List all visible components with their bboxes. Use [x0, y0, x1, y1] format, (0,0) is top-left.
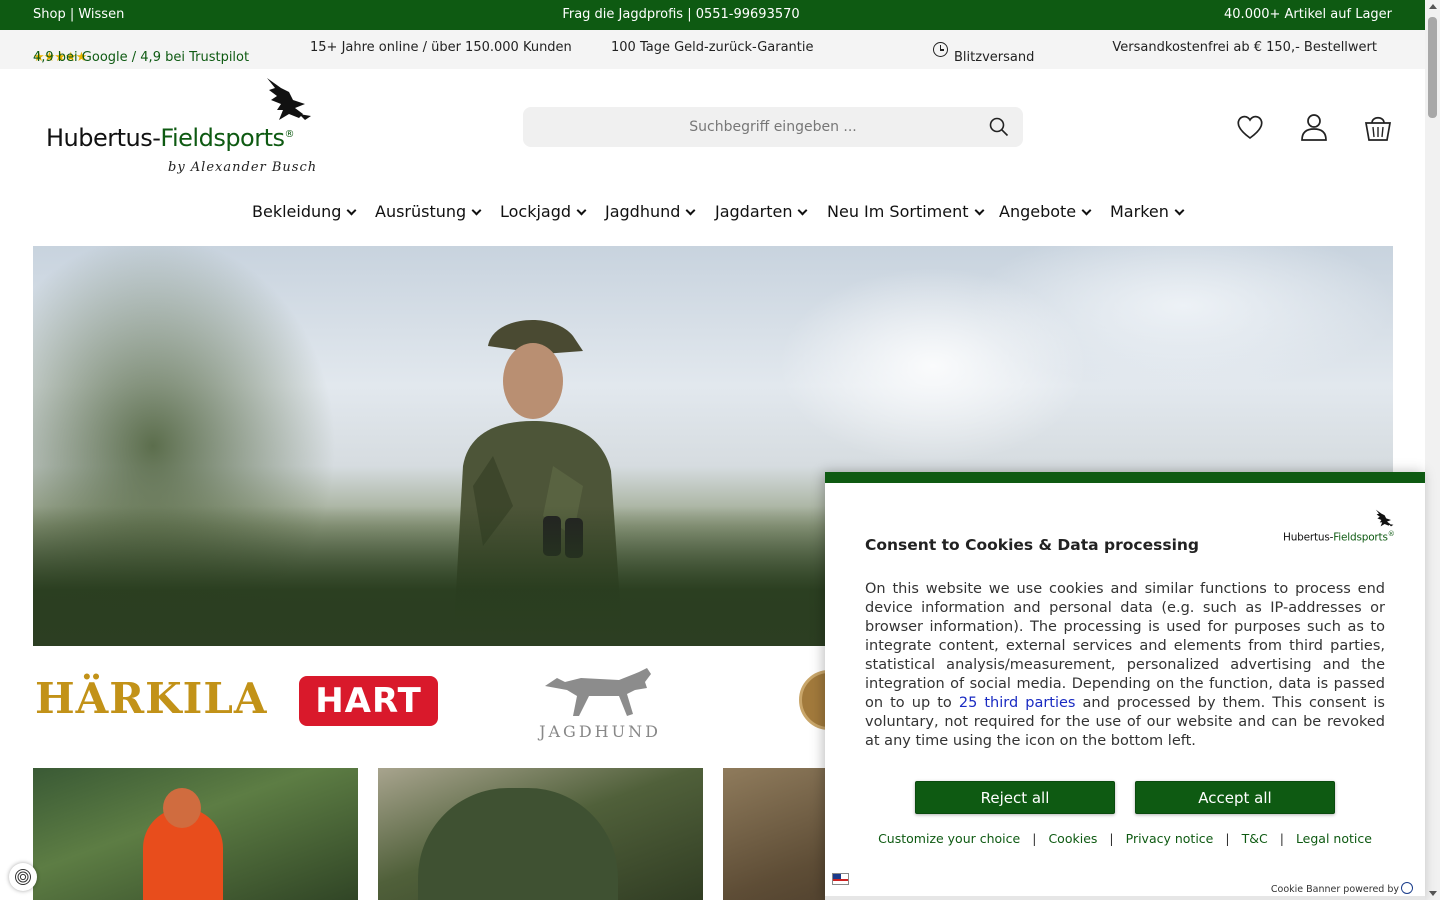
search-icon[interactable]: [989, 117, 1009, 141]
logo-name-a: Hubertus-: [46, 124, 161, 152]
rating-text: 4,9 bei Google / 4,9 bei Trustpilot: [33, 50, 250, 65]
nav-item-jagdarten[interactable]: Jagdarten: [715, 202, 808, 221]
main-navigation: Bekleidung Ausrüstung Lockjagd Jagdhund …: [0, 200, 1425, 224]
wishlist-button[interactable]: [1235, 112, 1265, 142]
category-tile[interactable]: [378, 768, 703, 900]
top-bar: Shop | Wissen Frag die Jagdprofis | 0551…: [0, 0, 1425, 30]
chevron-down-icon: [1081, 205, 1092, 216]
dialog-footer-links: Customize your choice | Cookies | Privacy no…: [825, 831, 1425, 846]
accept-all-button[interactable]: Accept all: [1135, 781, 1335, 814]
stock-info: 40.000+ Artikel auf Lager: [1224, 7, 1392, 22]
brand-harkila-logo[interactable]: HÄRKILA: [35, 674, 267, 723]
dialog-bottom-border: [825, 896, 1425, 900]
logo-name-b: Fieldsports: [160, 124, 285, 152]
cookie-consent-dialog: Consent to Cookies & Data processing Hub…: [825, 472, 1425, 900]
nav-label: Angebote: [999, 202, 1077, 221]
nav-item-marken[interactable]: Marken: [1110, 202, 1185, 221]
basket-icon: [1364, 116, 1392, 141]
dialog-body-text: On this website we use cookies and simil…: [865, 580, 1385, 751]
logo-wordmark: Hubertus-Fieldsports®: [46, 124, 295, 152]
brand-jagdhund-logo[interactable]: JAGDHUND: [535, 664, 665, 744]
dog-icon: [545, 668, 651, 716]
usp-bar: ★★★★★ 4,9 bei Google / 4,9 bei Trustpilot…: [0, 30, 1425, 69]
nav-label: Neu Im Sortiment: [827, 202, 969, 221]
scroll-down-arrow-icon[interactable]: [1429, 891, 1437, 896]
third-parties-link[interactable]: 25 third parties: [959, 695, 1076, 711]
account-button[interactable]: [1299, 112, 1329, 142]
dialog-logo-name-a: Hubertus-: [1283, 531, 1334, 544]
chevron-down-icon: [471, 205, 482, 216]
nav-label: Jagdhund: [605, 202, 681, 221]
site-logo[interactable]: Hubertus-Fieldsports® by Alexander Busch: [33, 72, 333, 187]
powered-by-text[interactable]: Cookie Banner powered by: [1271, 880, 1413, 895]
nav-label: Ausrüstung: [375, 202, 467, 221]
nav-item-angebote[interactable]: Angebote: [999, 202, 1092, 221]
brand-jagdhund-text: JAGDHUND: [539, 722, 661, 741]
nav-label: Marken: [1110, 202, 1169, 221]
customize-choice-link[interactable]: Customize your choice: [878, 831, 1020, 846]
dialog-body-part-1: On this website we use cookies and simil…: [865, 581, 1385, 711]
chevron-down-icon: [576, 205, 587, 216]
language-flag-icon[interactable]: [832, 873, 849, 885]
reject-all-button[interactable]: Reject all: [915, 781, 1115, 814]
nav-item-bekleidung[interactable]: Bekleidung: [252, 202, 357, 221]
fast-shipping: Blitzversand: [933, 40, 1034, 65]
dialog-logo-wordmark: Hubertus-Fieldsports®: [1283, 530, 1395, 544]
bird-logo-icon: [1375, 509, 1394, 527]
years-online-text: 15+ Jahre online / über 150.000 Kunden: [310, 40, 572, 55]
search-bar: [523, 107, 1023, 147]
scroll-up-arrow-icon[interactable]: [1429, 4, 1437, 9]
fast-shipping-text: Blitzversand: [954, 50, 1035, 65]
nav-item-jagdhund[interactable]: Jagdhund: [605, 202, 696, 221]
search-input[interactable]: [523, 107, 983, 147]
brand-logo-strip: HÄRKILA HART JAGDHUND: [33, 660, 859, 750]
brand-hart-logo[interactable]: HART: [299, 676, 438, 726]
chevron-down-icon: [1174, 205, 1185, 216]
hotline-text: Frag die Jagdprofis | 0551-99693570: [562, 7, 800, 22]
link-separator: |: [1109, 831, 1114, 846]
link-separator: |: [1279, 831, 1284, 846]
money-back-text: 100 Tage Geld-zurück-Garantie: [611, 40, 814, 55]
nav-label: Jagdarten: [715, 202, 793, 221]
nav-label: Lockjagd: [500, 202, 572, 221]
dialog-logo-name-b: Fieldsports: [1333, 531, 1388, 544]
dialog-top-bar: [825, 472, 1425, 483]
nav-item-neu-im-sortiment[interactable]: Neu Im Sortiment: [827, 202, 984, 221]
free-shipping-text: Versandkostenfrei ab € 150,- Bestellwert: [1112, 40, 1377, 55]
nav-item-ausruestung[interactable]: Ausrüstung: [375, 202, 482, 221]
cart-button[interactable]: [1363, 112, 1393, 142]
chevron-down-icon: [798, 205, 808, 216]
logo-reg-mark: ®: [284, 129, 295, 140]
nav-item-lockjagd[interactable]: Lockjagd: [500, 202, 587, 221]
category-tile[interactable]: [33, 768, 358, 900]
link-separator: |: [1225, 831, 1230, 846]
heart-icon: [1237, 115, 1263, 140]
dialog-title: Consent to Cookies & Data processing: [865, 536, 1200, 554]
tile-image-hunter-green: [418, 788, 618, 900]
chevron-down-icon: [685, 205, 696, 216]
nav-label: Bekleidung: [252, 202, 342, 221]
tile-image-head: [163, 788, 201, 828]
link-separator: |: [1032, 831, 1037, 846]
clock-icon: [933, 42, 948, 57]
dialog-logo-reg: ®: [1387, 530, 1395, 538]
scrollbar-thumb[interactable]: [1428, 17, 1437, 118]
chevron-down-icon: [974, 205, 984, 216]
fingerprint-icon: [15, 869, 31, 885]
powered-by-label: Cookie Banner powered by: [1270, 884, 1399, 895]
privacy-notice-link[interactable]: Privacy notice: [1126, 831, 1214, 846]
logo-byline: by Alexander Busch: [168, 160, 318, 175]
legal-notice-link[interactable]: Legal notice: [1296, 831, 1372, 846]
user-icon: [1301, 114, 1327, 141]
page-scrollbar[interactable]: [1425, 0, 1440, 900]
dialog-logo: Hubertus-Fieldsports®: [1283, 508, 1403, 544]
tc-link[interactable]: T&C: [1242, 831, 1268, 846]
cookie-settings-button[interactable]: [9, 863, 37, 891]
cookies-link[interactable]: Cookies: [1048, 831, 1097, 846]
chevron-down-icon: [346, 205, 357, 216]
consent-provider-logo-icon: [1401, 882, 1413, 894]
